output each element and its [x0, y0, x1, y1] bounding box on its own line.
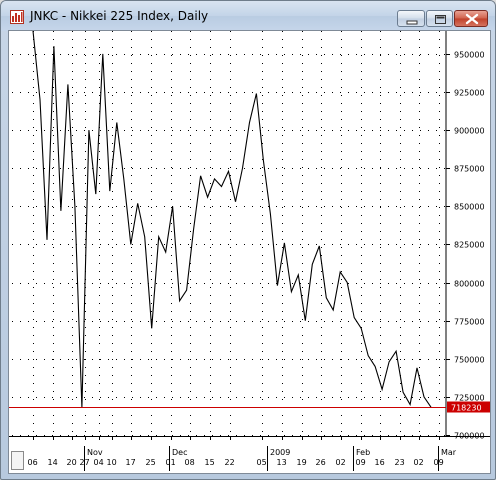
title-bar[interactable]: JNKC - Nikkei 225 Index, Daily	[1, 1, 495, 31]
chart-area[interactable]: 950000 925000 900000 875000 850000 825000 8000…	[8, 30, 491, 474]
close-button[interactable]	[454, 10, 488, 27]
x-day-label: 06	[28, 458, 38, 467]
x-day-label: 04	[94, 458, 104, 467]
y-tick-label: 725000	[454, 394, 485, 403]
y-tick-label: 750000	[454, 356, 485, 365]
x-day-label: 26	[316, 458, 326, 467]
x-day-label: 15	[205, 458, 215, 467]
y-tick-label: 700000	[454, 432, 485, 441]
x-day-label: 22	[225, 458, 235, 467]
chart-app-icon	[10, 10, 24, 24]
minimize-button[interactable]	[397, 10, 425, 27]
x-month-label: Feb	[356, 448, 370, 457]
y-tick-label: 800000	[454, 280, 485, 289]
y-tick-label: 900000	[454, 127, 485, 136]
x-day-label: 02	[414, 458, 424, 467]
x-day-label: 19	[297, 458, 307, 467]
chart-window: JNKC - Nikkei 225 Index, Daily 950000 925…	[0, 0, 496, 480]
x-day-label: 23	[395, 458, 405, 467]
x-day-label: 08	[185, 458, 195, 467]
x-month-label: Mar	[441, 448, 457, 457]
x-day-label: 14	[48, 458, 58, 467]
x-day-label: 02	[336, 458, 346, 467]
x-day-label: 13	[277, 458, 287, 467]
scroll-corner[interactable]	[11, 451, 24, 470]
x-day-label: 10	[107, 458, 117, 467]
y-tick-label: 775000	[454, 318, 485, 327]
maximize-icon	[435, 15, 446, 24]
plot-background	[12, 31, 445, 435]
y-tick-label: 825000	[454, 241, 485, 250]
x-month-label: Nov	[87, 448, 103, 457]
x-month-label: 2009	[270, 448, 290, 457]
x-day-label: 17	[126, 458, 136, 467]
x-month-label: Dec	[172, 448, 187, 457]
y-tick-label: 925000	[454, 89, 485, 98]
y-tick-label: 850000	[454, 203, 485, 212]
y-tick-label: 950000	[454, 51, 485, 60]
x-day-label: 16	[375, 458, 385, 467]
x-day-label: 09	[356, 458, 366, 467]
last-price-label: 718230	[451, 404, 482, 413]
close-icon	[465, 13, 479, 25]
x-day-label: 05	[257, 458, 267, 467]
price-chart[interactable]: 950000 925000 900000 875000 850000 825000 8000…	[9, 31, 490, 473]
minimize-icon	[406, 20, 418, 25]
maximize-button[interactable]	[426, 10, 453, 27]
x-day-label: 20	[67, 458, 77, 467]
x-day-label: 25	[146, 458, 156, 467]
window-title: JNKC - Nikkei 225 Index, Daily	[30, 9, 209, 23]
y-tick-label: 875000	[454, 165, 485, 174]
x-day-label: 01	[166, 458, 176, 467]
